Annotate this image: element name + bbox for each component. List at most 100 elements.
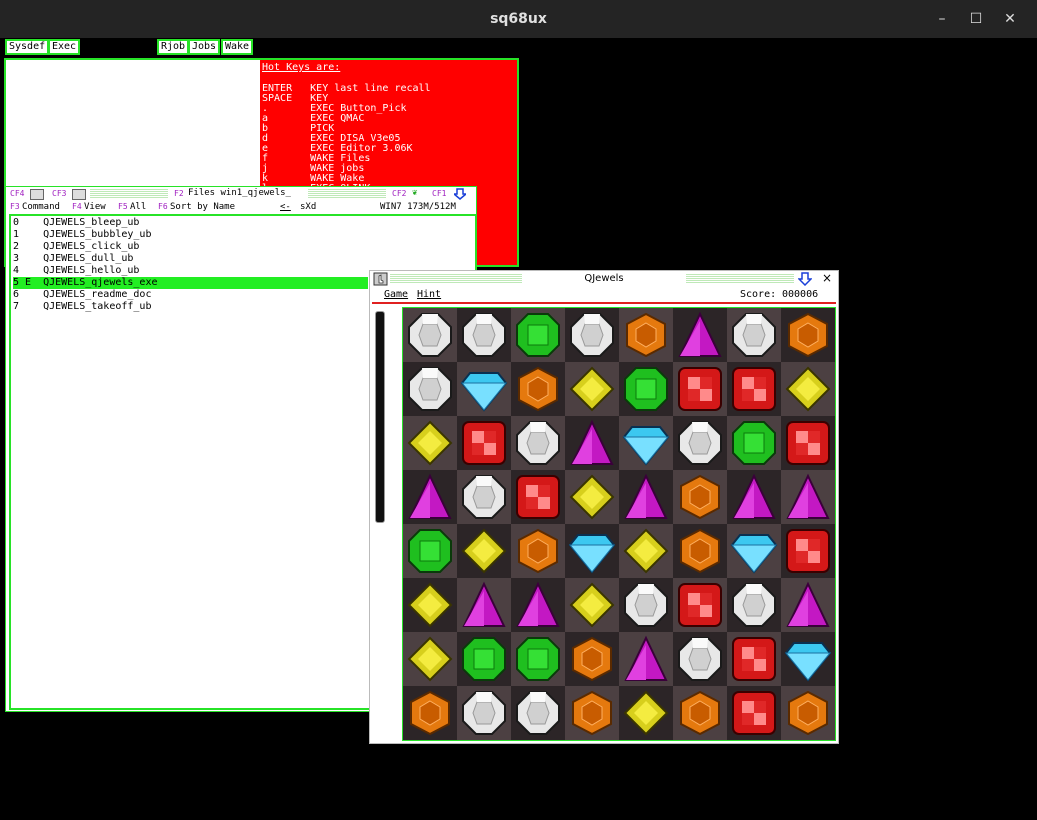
command-menu[interactable]: Command bbox=[22, 202, 60, 212]
hand-cursor-icon[interactable] bbox=[373, 272, 389, 286]
board-cell[interactable] bbox=[565, 578, 619, 632]
board-cell[interactable] bbox=[565, 362, 619, 416]
board-cell[interactable] bbox=[727, 470, 781, 524]
board-cell[interactable] bbox=[673, 578, 727, 632]
jobs-button[interactable]: Jobs bbox=[188, 39, 221, 55]
board-cell[interactable] bbox=[457, 524, 511, 578]
leaf-icon[interactable]: ❦ bbox=[412, 188, 417, 198]
file-row[interactable]: 7 QJEWELS_takeoff_ub bbox=[13, 301, 151, 313]
board-cell[interactable] bbox=[619, 362, 673, 416]
board-cell[interactable] bbox=[781, 470, 835, 524]
exec-button[interactable]: Exec bbox=[48, 39, 81, 55]
board-cell[interactable] bbox=[619, 632, 673, 686]
board-cell[interactable] bbox=[727, 524, 781, 578]
sxd-button[interactable]: sXd bbox=[300, 202, 316, 212]
board-cell[interactable] bbox=[673, 308, 727, 362]
maximize-icon[interactable]: ☐ bbox=[965, 8, 987, 30]
window-stack-icon[interactable] bbox=[30, 189, 44, 200]
file-row[interactable]: 0 QJEWELS_bleep_ub bbox=[13, 217, 139, 229]
board-cell[interactable] bbox=[565, 470, 619, 524]
board-cell[interactable] bbox=[619, 524, 673, 578]
wake-button[interactable]: Wake bbox=[221, 39, 254, 55]
board-cell[interactable] bbox=[511, 416, 565, 470]
board-cell[interactable] bbox=[673, 416, 727, 470]
board-cell[interactable] bbox=[457, 416, 511, 470]
sleep-arrow-icon[interactable] bbox=[798, 272, 812, 286]
qjewels-window[interactable]: QJewels × Game Hint Score: 000006 bbox=[369, 270, 839, 744]
board-cell[interactable] bbox=[781, 578, 835, 632]
board-cell[interactable] bbox=[565, 524, 619, 578]
minimize-icon[interactable]: – bbox=[931, 8, 953, 30]
rjob-button[interactable]: Rjob bbox=[157, 39, 190, 55]
file-row[interactable]: 3 QJEWELS_dull_ub bbox=[13, 253, 133, 265]
board-cell[interactable] bbox=[403, 524, 457, 578]
board-cell[interactable] bbox=[457, 308, 511, 362]
board-cell[interactable] bbox=[619, 416, 673, 470]
sleep-arrow-icon[interactable] bbox=[454, 188, 466, 200]
board-cell[interactable] bbox=[403, 362, 457, 416]
file-row[interactable]: 1 QJEWELS_bubbley_ub bbox=[13, 229, 151, 241]
board-cell[interactable] bbox=[727, 686, 781, 740]
board-cell[interactable] bbox=[511, 308, 565, 362]
qjewels-close-button[interactable]: × bbox=[822, 271, 832, 285]
board-cell[interactable] bbox=[403, 416, 457, 470]
board-cell[interactable] bbox=[727, 308, 781, 362]
board-cell[interactable] bbox=[673, 632, 727, 686]
board-cell[interactable] bbox=[781, 308, 835, 362]
file-row[interactable]: 6 QJEWELS_readme_doc bbox=[13, 289, 151, 301]
board-cell[interactable] bbox=[565, 686, 619, 740]
view-menu[interactable]: View bbox=[84, 202, 106, 212]
board-cell[interactable] bbox=[565, 416, 619, 470]
cf2-key[interactable]: CF2 bbox=[392, 189, 406, 198]
board-cell[interactable] bbox=[511, 470, 565, 524]
board-cell[interactable] bbox=[403, 632, 457, 686]
board-cell[interactable] bbox=[781, 686, 835, 740]
scrollbar[interactable] bbox=[375, 311, 385, 523]
hint-menu[interactable]: Hint bbox=[417, 289, 441, 300]
board-cell[interactable] bbox=[673, 362, 727, 416]
board-cell[interactable] bbox=[781, 632, 835, 686]
board-cell[interactable] bbox=[457, 578, 511, 632]
board-cell[interactable] bbox=[511, 686, 565, 740]
board-cell[interactable] bbox=[673, 686, 727, 740]
board-cell[interactable] bbox=[565, 632, 619, 686]
board-cell[interactable] bbox=[727, 578, 781, 632]
board-cell[interactable] bbox=[457, 632, 511, 686]
board-cell[interactable] bbox=[673, 524, 727, 578]
board-cell[interactable] bbox=[457, 470, 511, 524]
file-row[interactable]: 5 E QJEWELS_qjewels_exe bbox=[13, 277, 368, 289]
board-cell[interactable] bbox=[565, 308, 619, 362]
board-cell[interactable] bbox=[511, 362, 565, 416]
board-cell[interactable] bbox=[457, 686, 511, 740]
board-cell[interactable] bbox=[727, 632, 781, 686]
parent-dir-button[interactable]: <- bbox=[280, 202, 291, 212]
sysdef-button[interactable]: Sysdef bbox=[5, 39, 50, 55]
cf3-key[interactable]: CF3 bbox=[52, 189, 66, 198]
board-cell[interactable] bbox=[403, 308, 457, 362]
cf4-key[interactable]: CF4 bbox=[10, 189, 24, 198]
board-cell[interactable] bbox=[727, 362, 781, 416]
window-move-icon[interactable] bbox=[72, 189, 86, 200]
close-icon[interactable]: ✕ bbox=[999, 8, 1021, 30]
board-cell[interactable] bbox=[403, 578, 457, 632]
game-menu[interactable]: Game bbox=[384, 289, 408, 300]
board-cell[interactable] bbox=[403, 470, 457, 524]
board-cell[interactable] bbox=[619, 308, 673, 362]
board-cell[interactable] bbox=[619, 578, 673, 632]
cf1-key[interactable]: CF1 bbox=[432, 189, 446, 198]
board-cell[interactable] bbox=[619, 470, 673, 524]
board-cell[interactable] bbox=[619, 686, 673, 740]
board-cell[interactable] bbox=[727, 416, 781, 470]
jewel-board[interactable] bbox=[402, 307, 836, 741]
board-cell[interactable] bbox=[511, 632, 565, 686]
board-cell[interactable] bbox=[673, 470, 727, 524]
f2-key[interactable]: F2 bbox=[174, 189, 184, 198]
all-menu[interactable]: All bbox=[130, 202, 146, 212]
sort-by-name-menu[interactable]: Sort by Name bbox=[170, 202, 235, 212]
board-cell[interactable] bbox=[781, 524, 835, 578]
file-row[interactable]: 2 QJEWELS_click_ub bbox=[13, 241, 139, 253]
board-cell[interactable] bbox=[781, 362, 835, 416]
board-cell[interactable] bbox=[781, 416, 835, 470]
file-row[interactable]: 4 QJEWELS_hello_ub bbox=[13, 265, 139, 277]
board-cell[interactable] bbox=[511, 578, 565, 632]
